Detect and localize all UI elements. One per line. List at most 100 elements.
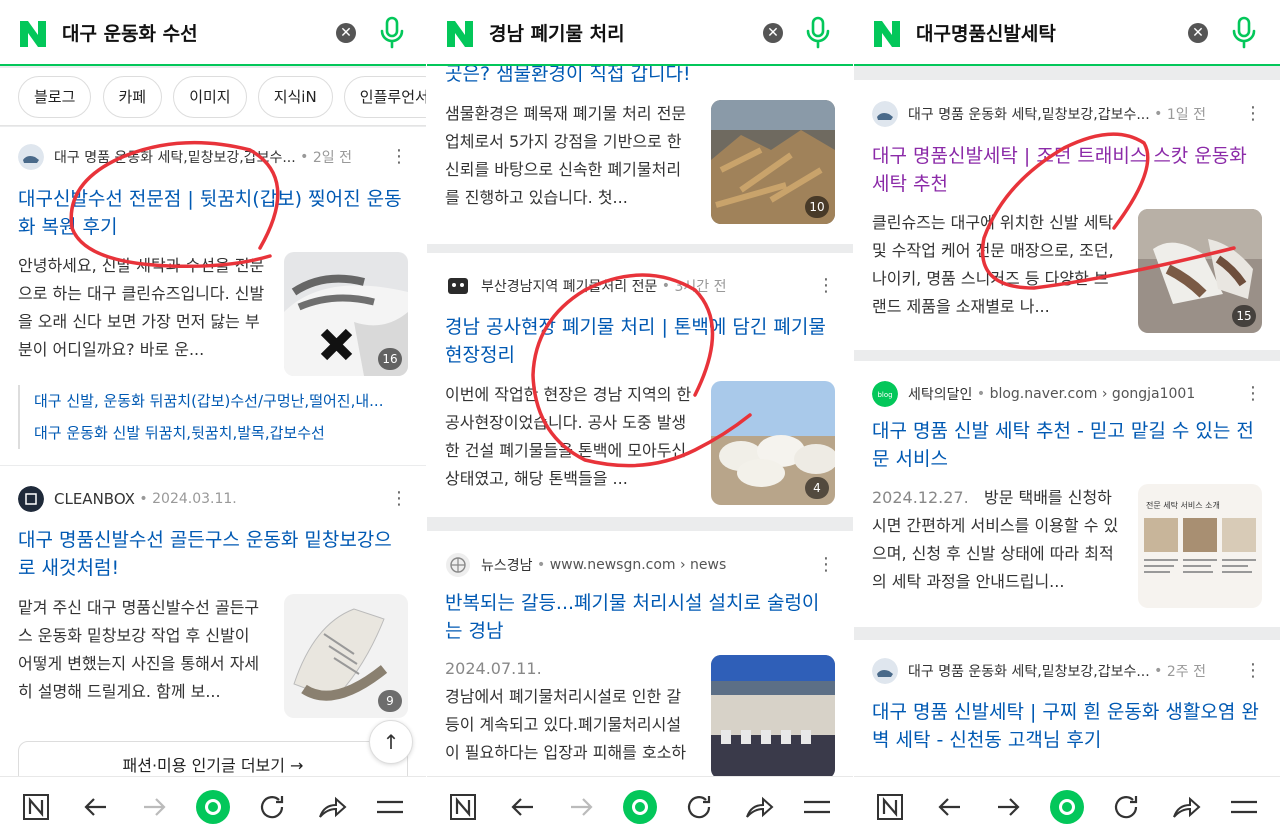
result-card: 대구 명품 운동화 세탁,밑창보강,갑보수... • 2일 전 ⋮ 대구신발수선… [0,127,426,465]
result-thumbnail[interactable]: 4 [711,381,835,505]
scroll-top-icon[interactable]: ↑ [369,720,413,764]
mic-icon[interactable] [804,16,832,50]
result-card: 곳은? 샘물환경이 직접 갑니다! 샘물환경은 폐목재 폐기물 처리 전문 업체… [427,66,853,244]
green-dot-icon[interactable] [1049,789,1085,825]
chip-image[interactable]: 이미지 [173,76,247,118]
result-source[interactable]: 부산경남지역 폐기물처리 전문 • 3시간 전 [445,273,727,299]
result-source[interactable]: 대구 명품 운동화 세탁,밑창보강,갑보수... • 2일 전 [18,144,352,170]
result-card: 대구 명품 운동화 세탁,밑창보강,갑보수... • 1일 전 ⋮ 대구 명품신… [854,80,1280,350]
naver-logo-icon[interactable] [872,19,902,49]
forward-icon[interactable] [992,791,1024,823]
result-source[interactable]: CLEANBOX • 2024.03.11. [18,486,237,512]
panel-1: 대구 운동화 수선 ✕ 블로그 카페 이미지 지식iN 인플루언서 대구 명품 … [0,0,426,836]
globe-icon [446,553,470,577]
result-title[interactable]: 대구 명품 신발세탁 | 구찌 흰 운동화 생활오염 완벽 세탁 - 신천동 고… [872,698,1262,754]
search-query[interactable]: 대구명품신발세탁 [916,19,1056,46]
result-title[interactable]: 대구신발수선 전문점 | 뒷꿈치(갑보) 찢어진 운동화 복원 후기 [18,185,408,241]
more-dots-icon[interactable]: ⋮ [390,147,408,167]
screenshot-collage: 대구 운동화 수선 ✕ 블로그 카페 이미지 지식iN 인플루언서 대구 명품 … [0,0,1280,836]
share-icon[interactable] [1170,791,1202,823]
search-header: 대구 운동화 수선 ✕ [0,0,426,66]
result-title[interactable]: 대구 명품신발세탁 | 조던 트래비스 스캇 운동화 세탁 추천 [872,142,1262,198]
result-thumbnail[interactable]: 15 [1138,209,1262,333]
refresh-icon[interactable] [683,791,715,823]
menu-icon[interactable] [801,791,833,823]
more-dots-icon[interactable]: ⋮ [1244,661,1262,681]
result-snippet: 맡겨 주신 대구 명품신발수선 골든구스 운동화 밑창보강 작업 후 신발이 어… [18,598,260,701]
search-query[interactable]: 대구 운동화 수선 [62,19,198,46]
chip-cafe[interactable]: 카페 [102,76,163,118]
filter-chips: 블로그 카페 이미지 지식iN 인플루언서 [0,68,426,126]
avatar [872,101,898,127]
clear-icon[interactable]: ✕ [336,23,356,43]
result-thumbnail[interactable]: 16 [284,252,408,376]
mic-icon[interactable] [378,16,406,50]
result-title[interactable]: 대구 명품 신발 세탁 추천 - 믿고 맡길 수 있는 전문 서비스 [872,417,1262,473]
result-card: 대구 명품 운동화 세탁,밑창보강,갑보수... • 2주 전 ⋮ 대구 명품 … [854,640,1280,780]
sub-link-2[interactable]: 대구 운동화 신발 뒤꿈치,뒷꿈치,발목,갑보수선 [18,417,408,449]
result-title[interactable]: 반복되는 갈등...폐기물 처리시설 설치로 술렁이는 경남 [445,589,835,645]
photo-count: 15 [1232,305,1256,327]
result-source[interactable]: 대구 명품 운동화 세탁,밑창보강,갑보수... • 1일 전 [872,101,1206,127]
bottom-toolbar [427,776,853,836]
more-dots-icon[interactable]: ⋮ [1244,384,1262,404]
more-dots-icon[interactable]: ⋮ [817,555,835,575]
result-snippet: 클린슈즈는 대구에 위치한 신발 세탁 및 수작업 케어 전문 매장으로, 조던… [872,213,1114,316]
panel-3: 대구 명품 운동화 세탁,밑창보강,갑보수... • 1일 전 ⋮ 대구 명품신… [854,0,1280,836]
result-thumbnail[interactable] [711,655,835,777]
mic-icon[interactable] [1230,16,1258,50]
result-source[interactable]: blog 세탁의달인 • blog.naver.com › gongja1001 [872,381,1195,407]
chip-kin[interactable]: 지식iN [257,76,333,118]
search-header: 경남 폐기물 처리 ✕ [427,0,853,66]
photo-count: 16 [378,348,402,370]
search-query[interactable]: 경남 폐기물 처리 [489,19,625,46]
result-thumbnail[interactable]: 10 [711,100,835,224]
sub-link-1[interactable]: 대구 신발, 운동화 뒤꿈치(갑보)수선/구멍난,떨어진,내... [18,385,408,417]
bottom-toolbar [854,776,1280,836]
cleanbox-avatar [18,486,44,512]
home-n-icon[interactable] [874,791,906,823]
refresh-icon[interactable] [256,791,288,823]
home-n-icon[interactable] [447,791,479,823]
more-dots-icon[interactable]: ⋮ [390,489,408,509]
result-source[interactable]: 뉴스경남 • www.newsgn.com › news [445,552,726,578]
menu-icon[interactable] [1228,791,1260,823]
menu-icon[interactable] [374,791,406,823]
chip-blog[interactable]: 블로그 [18,76,92,118]
photo-count: 9 [378,690,402,712]
result-thumbnail[interactable]: 전문 세탁 서비스 소개 [1138,484,1262,608]
result-card: 부산경남지역 폐기물처리 전문 • 3시간 전 ⋮ 경남 공사현장 폐기물 처리… [427,253,853,517]
more-dots-icon[interactable]: ⋮ [1244,104,1262,124]
naver-logo-icon[interactable] [445,19,475,49]
share-icon[interactable] [743,791,775,823]
clear-icon[interactable]: ✕ [763,23,783,43]
svg-text:blog: blog [877,391,892,399]
photo-count: 4 [805,477,829,499]
refresh-icon[interactable] [1110,791,1142,823]
result-date: 2024.07.11. [445,659,542,678]
more-dots-icon[interactable]: ⋮ [817,276,835,296]
home-n-icon[interactable] [20,791,52,823]
chip-influencer[interactable]: 인플루언서 [343,76,426,118]
avatar [448,278,468,294]
more-popular-button[interactable]: 패션·미용 인기글 더보기 → [18,741,408,776]
green-dot-icon[interactable] [195,789,231,825]
green-dot-icon[interactable] [622,789,658,825]
clear-icon[interactable]: ✕ [1188,23,1208,43]
result-title[interactable]: 대구 명품신발수선 골든구스 운동화 밑창보강으로 새것처럼! [18,526,408,582]
forward-icon[interactable] [565,791,597,823]
naver-logo-icon[interactable] [18,19,48,49]
back-icon[interactable] [507,791,539,823]
result-source[interactable]: 대구 명품 운동화 세탁,밑창보강,갑보수... • 2주 전 [872,658,1206,684]
result-title[interactable]: 경남 공사현장 폐기물 처리 | 톤백에 담긴 폐기물 현장정리 [445,313,835,369]
result-snippet: 이번에 작업한 현장은 경남 지역의 한 공사현장이었습니다. 공사 도중 발생… [445,385,692,488]
share-icon[interactable] [316,791,348,823]
bottom-toolbar [0,776,426,836]
result-title[interactable]: 곳은? 샘물환경이 직접 갑니다! [445,66,835,88]
back-icon[interactable] [80,791,112,823]
result-thumbnail[interactable]: 9 [284,594,408,718]
forward-icon[interactable] [138,791,170,823]
back-icon[interactable] [934,791,966,823]
photo-count: 10 [805,196,829,218]
avatar [872,658,898,684]
